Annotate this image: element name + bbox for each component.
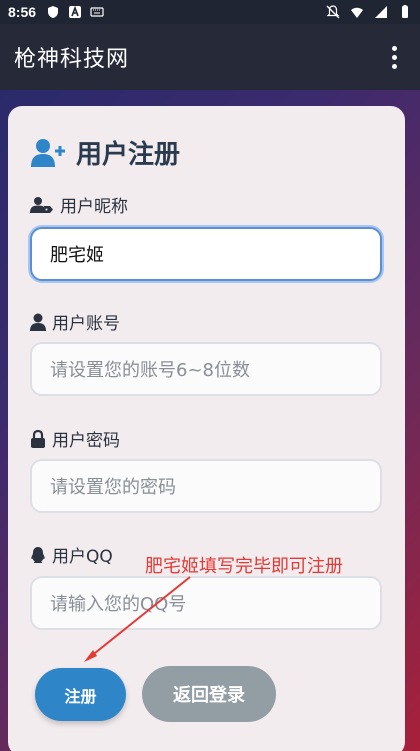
- page-title: 用户注册: [76, 140, 181, 170]
- qq-input[interactable]: 请输入您的QQ号: [30, 576, 382, 630]
- app-bar: 枪神科技网: [0, 24, 420, 90]
- qq-placeholder: 请输入您的QQ号: [50, 594, 187, 615]
- more-menu-icon[interactable]: [382, 43, 406, 71]
- back-to-login-button[interactable]: 返回登录: [142, 666, 276, 722]
- bell-off-icon: [326, 5, 340, 19]
- password-placeholder: 请设置您的密码: [50, 477, 176, 498]
- annotation-text: 肥宅姬填写完毕即可注册: [145, 556, 343, 577]
- account-placeholder: 请设置您的账号6~8位数: [50, 360, 250, 381]
- lock-icon: [31, 429, 45, 448]
- password-label-text: 用户密码: [52, 431, 120, 451]
- status-time: 8:56: [8, 4, 37, 20]
- app-a-icon: [69, 5, 82, 18]
- nickname-input[interactable]: 肥宅姬: [30, 227, 382, 281]
- wifi-icon: [351, 7, 363, 18]
- register-heading: 用户注册: [30, 134, 180, 171]
- user-plus-icon: [31, 138, 65, 167]
- battery-icon: [402, 5, 408, 18]
- nickname-label: 用户昵称: [30, 192, 128, 217]
- signal-icon: [375, 6, 387, 18]
- qq-label-text: 用户QQ: [52, 547, 113, 567]
- password-input[interactable]: 请设置您的密码: [30, 459, 382, 513]
- qq-penguin-icon: [31, 546, 45, 563]
- user-icon: [30, 313, 46, 331]
- qq-label: 用户QQ: [30, 542, 113, 567]
- app-title: 枪神科技网: [14, 47, 130, 72]
- register-button[interactable]: 注册: [35, 668, 126, 721]
- account-label: 用户账号: [30, 309, 120, 334]
- status-bar: 8:56: [0, 0, 420, 24]
- nickname-value: 肥宅姬: [50, 245, 104, 266]
- shield-icon: [48, 6, 59, 18]
- user-tag-icon: [30, 196, 53, 213]
- keyboard-icon: [90, 7, 104, 17]
- nickname-label-text: 用户昵称: [60, 197, 128, 217]
- account-label-text: 用户账号: [52, 314, 120, 334]
- account-input[interactable]: 请设置您的账号6~8位数: [30, 342, 382, 396]
- password-label: 用户密码: [30, 426, 120, 451]
